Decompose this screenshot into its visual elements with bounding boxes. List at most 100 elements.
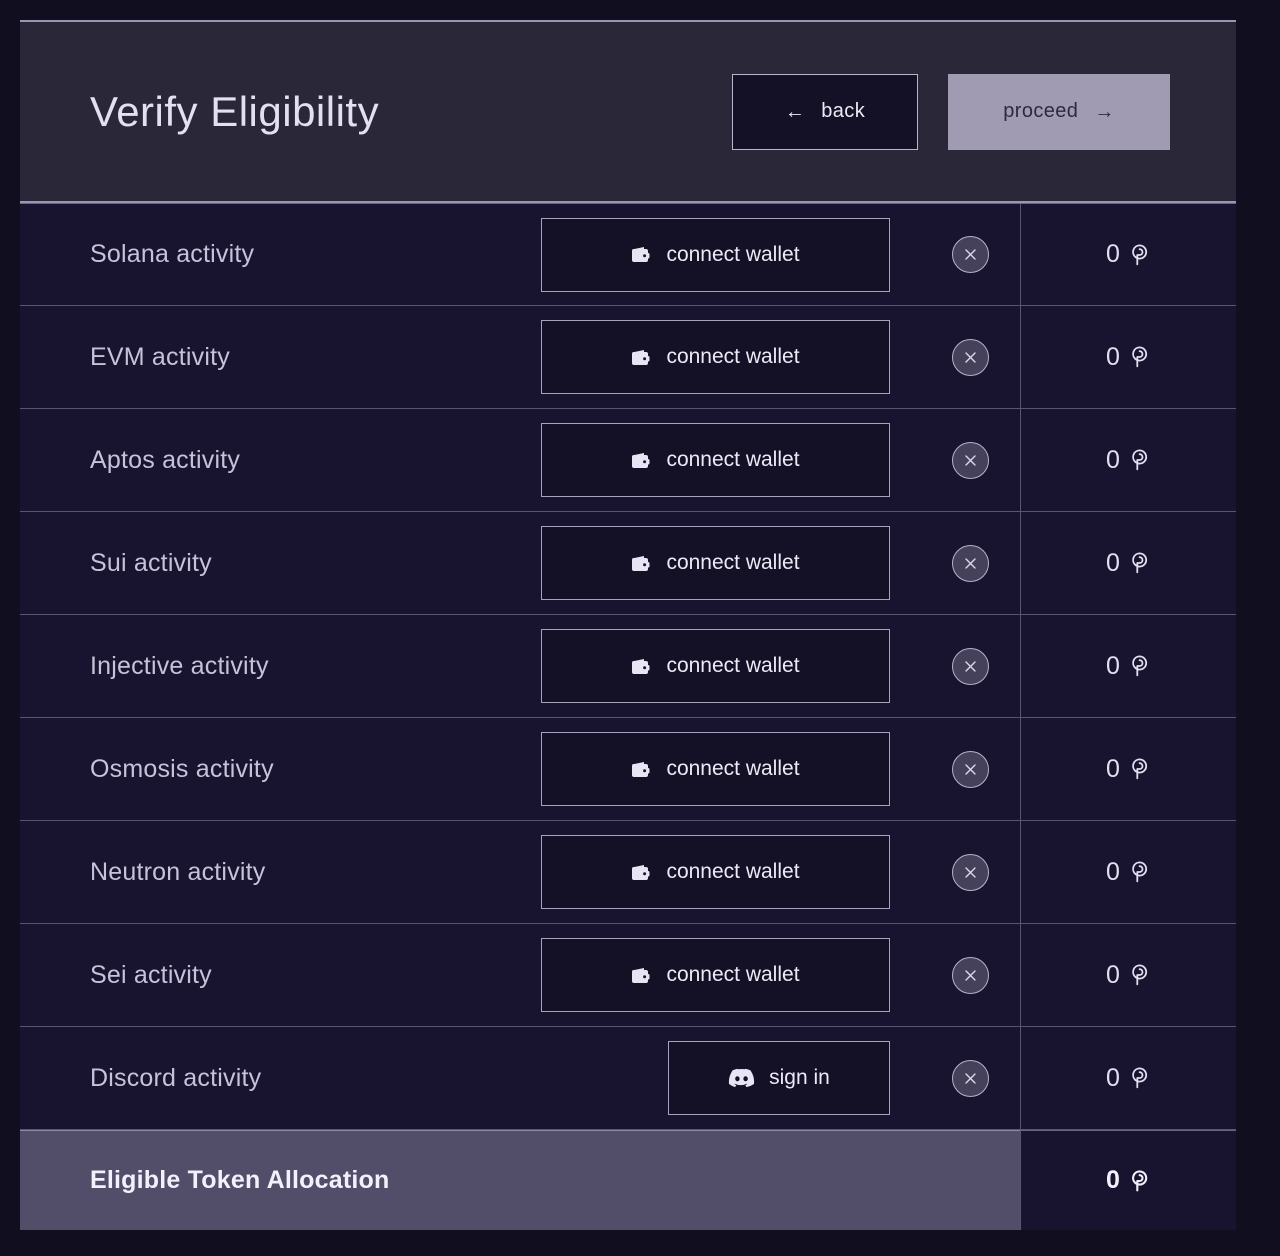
close-icon[interactable] [951, 853, 989, 891]
connect-wallet-label: connect wallet [666, 654, 800, 677]
page-header: Verify Eligibility ← back proceed → [20, 20, 1236, 203]
pyth-logo [1129, 243, 1151, 267]
discord-icon [728, 1068, 755, 1089]
connect-wallet-label: connect wallet [666, 860, 800, 883]
connect-wallet-button[interactable]: connect wallet [541, 629, 890, 703]
pyth-logo [1129, 860, 1151, 884]
close-icon[interactable] [951, 956, 989, 994]
proceed-button[interactable]: proceed → [948, 73, 1170, 150]
total-amount-cell: 0 [1020, 1130, 1236, 1230]
wallet-icon [631, 452, 650, 469]
row-amount-value: 0 [1106, 754, 1120, 783]
row-amount-cell: 0 [1020, 718, 1236, 820]
close-icon[interactable] [951, 647, 989, 685]
row-amount-cell: 0 [1020, 924, 1236, 1026]
proceed-button-label: proceed [1003, 100, 1079, 122]
pyth-logo [1129, 963, 1151, 987]
row-label: Aptos activity [90, 445, 241, 474]
close-icon[interactable] [951, 1059, 989, 1097]
row-label: Sei activity [90, 960, 212, 989]
row-clear-cell [920, 1027, 1020, 1129]
verify-eligibility-page: Verify Eligibility ← back proceed → Sola… [0, 0, 1280, 1256]
row-amount-value: 0 [1106, 1063, 1120, 1092]
discord-sign-in-button[interactable]: sign in [668, 1041, 890, 1115]
row-amount-cell: 0 [1020, 821, 1236, 923]
row-amount-cell: 0 [1020, 1027, 1236, 1129]
connect-wallet-label: connect wallet [666, 551, 800, 574]
close-icon[interactable] [951, 441, 989, 479]
pyth-logo [1129, 345, 1151, 369]
row-amount-value: 0 [1106, 445, 1120, 474]
arrow-right-icon: → [1094, 100, 1115, 123]
row-action-cell: connect wallet [520, 718, 920, 820]
row-action-cell: connect wallet [520, 409, 920, 511]
row-clear-cell [920, 821, 1020, 923]
connect-wallet-button[interactable]: connect wallet [541, 423, 890, 497]
row-action-cell: connect wallet [520, 615, 920, 717]
pyth-logo [1129, 448, 1151, 472]
row-clear-cell [920, 615, 1020, 717]
total-label: Eligible Token Allocation [20, 1130, 1020, 1230]
table-row: Injective activity connect wallet 0 [20, 615, 1236, 718]
wallet-icon [631, 864, 650, 881]
row-amount-value: 0 [1106, 651, 1120, 680]
wallet-icon [631, 246, 650, 263]
connect-wallet-button[interactable]: connect wallet [541, 526, 890, 600]
row-label: Solana activity [90, 240, 255, 268]
row-amount-value: 0 [1106, 548, 1120, 577]
connect-wallet-button[interactable]: connect wallet [541, 217, 890, 292]
close-icon[interactable] [951, 338, 989, 376]
page-title: Verify Eligibility [90, 87, 380, 135]
wallet-icon [631, 967, 650, 984]
table-row: Solana activity connect wallet 0 [20, 203, 1236, 306]
header-actions: ← back proceed → [732, 73, 1170, 150]
table-row: Osmosis activity connect wallet 0 [20, 718, 1236, 821]
row-amount-cell: 0 [1020, 615, 1236, 717]
row-amount-value: 0 [1106, 960, 1120, 989]
row-label: Injective activity [90, 651, 269, 680]
pyth-logo [1129, 551, 1151, 575]
row-label: Osmosis activity [90, 754, 274, 783]
back-button-label: back [821, 100, 866, 122]
row-clear-cell [920, 204, 1020, 305]
close-icon[interactable] [951, 236, 989, 273]
table-row: Sei activity connect wallet 0 [20, 924, 1236, 1027]
total-amount-value: 0 [1106, 1166, 1120, 1194]
row-amount-value: 0 [1106, 342, 1120, 371]
connect-wallet-label: connect wallet [666, 448, 800, 471]
row-label: Neutron activity [90, 857, 266, 886]
connect-wallet-label: connect wallet [666, 242, 800, 266]
row-action-cell: connect wallet [520, 924, 920, 1026]
pyth-logo [1129, 1169, 1151, 1193]
row-action-cell: sign in [520, 1027, 920, 1129]
row-amount-value: 0 [1106, 857, 1120, 886]
close-icon[interactable] [951, 750, 989, 788]
table-row: Discord activity sign in 0 [20, 1027, 1236, 1130]
row-action-cell: connect wallet [520, 204, 920, 305]
connect-wallet-button[interactable]: connect wallet [541, 938, 890, 1012]
wallet-icon [631, 658, 650, 675]
back-button[interactable]: ← back [732, 73, 918, 150]
row-action-cell: connect wallet [520, 306, 920, 408]
connect-wallet-button[interactable]: connect wallet [541, 732, 890, 806]
row-clear-cell [920, 306, 1020, 408]
row-amount-cell: 0 [1020, 409, 1236, 511]
row-action-cell: connect wallet [520, 512, 920, 614]
row-amount-cell: 0 [1020, 512, 1236, 614]
row-action-cell: connect wallet [520, 821, 920, 923]
connect-wallet-label: connect wallet [666, 963, 800, 986]
connect-wallet-label: connect wallet [666, 757, 800, 780]
discord-sign-in-label: sign in [769, 1066, 830, 1089]
table-row: Sui activity connect wallet 0 [20, 512, 1236, 615]
connect-wallet-button[interactable]: connect wallet [541, 320, 890, 394]
pyth-logo [1129, 757, 1151, 781]
row-label: Discord activity [90, 1063, 262, 1092]
close-icon[interactable] [951, 544, 989, 582]
wallet-icon [631, 761, 650, 778]
arrow-left-icon: ← [784, 100, 806, 123]
row-clear-cell [920, 409, 1020, 511]
row-clear-cell [920, 924, 1020, 1026]
pyth-logo [1129, 1066, 1151, 1090]
wallet-icon [631, 555, 650, 572]
connect-wallet-button[interactable]: connect wallet [541, 835, 890, 909]
